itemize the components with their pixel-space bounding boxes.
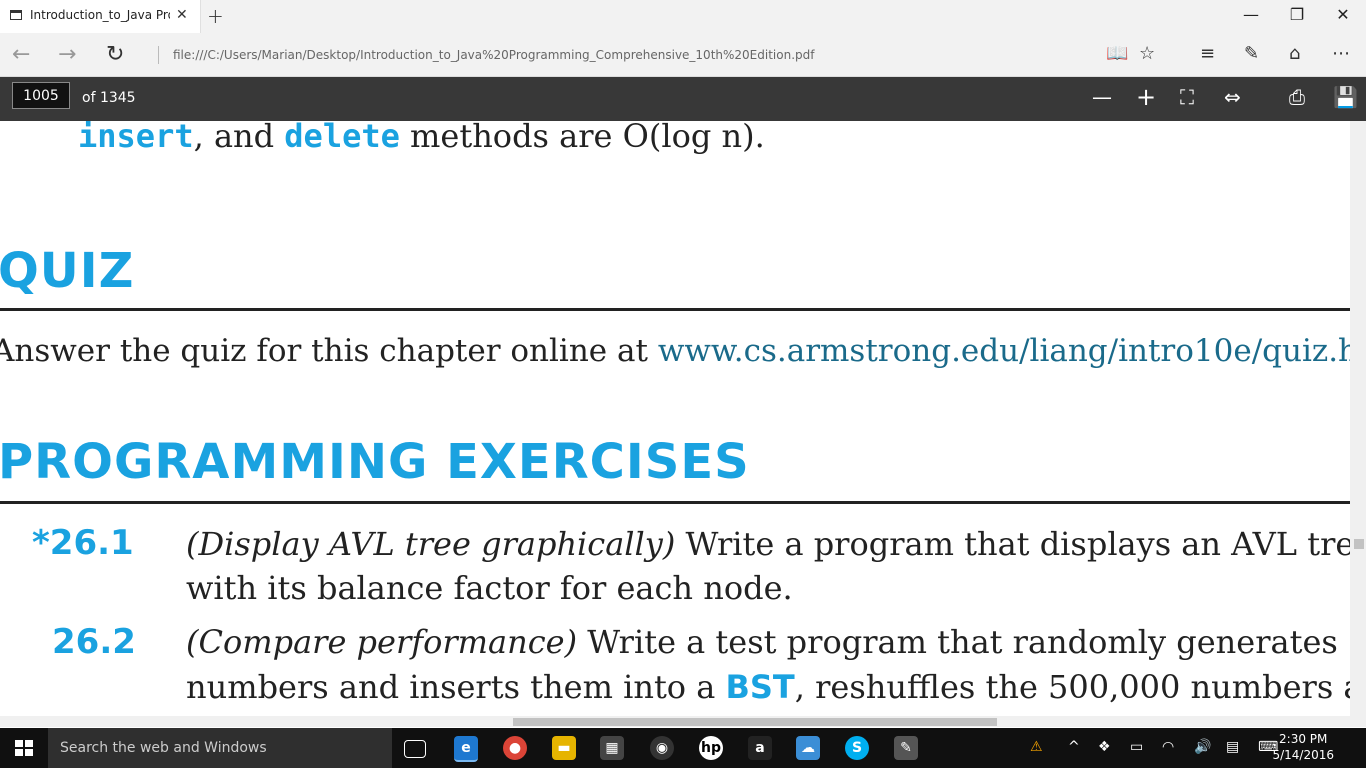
minimize-button[interactable]: — [1228,5,1274,24]
forward-icon[interactable]: → [58,42,76,67]
refresh-icon[interactable]: ↻ [106,42,124,67]
exercise-text: numbers and inserts them into a [186,668,726,706]
exercise-number: *26.1 [32,523,134,563]
title-bar: Introduction_to_Java Pro ✕ + — ❐ ✕ [0,0,1366,33]
prev-line-mid: , and [193,121,285,155]
exercise-title: (Display AVL tree graphically) [186,525,676,563]
reading-view-icon[interactable]: 📖 [1106,43,1128,64]
exercise-text: , reshuffles the 500,000 numbers and per… [794,668,1350,706]
amazon-icon[interactable]: a [748,736,772,760]
page-total: of 1345 [82,90,136,106]
exercise-number: 26.2 [52,622,136,662]
quiz-heading: QUIZ [0,243,135,299]
clock-date: 5/14/2016 [1272,748,1334,762]
exercise-text: Write a test program that randomly gener… [587,623,1350,661]
file-explorer-icon[interactable]: ▬ [552,736,576,760]
task-view-icon[interactable] [404,740,426,758]
volume-icon[interactable]: 🔊 [1194,739,1211,755]
skype-icon[interactable]: S [845,736,869,760]
code-insert: insert [78,121,194,155]
system-clock[interactable]: 2:30 PM 5/14/2016 [1272,731,1334,763]
share-icon[interactable]: ⌂ [1289,43,1300,64]
battery-icon[interactable]: ▭ [1130,739,1143,755]
code-delete: delete [284,121,400,155]
taskbar-search-placeholder: Search the web and Windows [60,740,267,756]
browser-tab[interactable]: Introduction_to_Java Pro ✕ [0,0,201,33]
quiz-text: Answer the quiz for this chapter online … [0,333,658,369]
clock-time: 2:30 PM [1279,732,1328,746]
zoom-in-icon[interactable]: + [1136,83,1156,111]
paint-icon[interactable]: ✎ [894,736,918,760]
dropbox-icon[interactable]: ❖ [1098,739,1111,755]
favorite-star-icon[interactable]: ☆ [1139,43,1155,64]
save-icon[interactable]: 💾 [1333,85,1358,109]
print-icon[interactable]: ⎙ [1289,85,1305,109]
quiz-paragraph: Answer the quiz for this chapter online … [0,333,1350,369]
webcam-app-icon[interactable]: ◉ [650,736,674,760]
url-field[interactable]: file:///C:/Users/Marian/Desktop/Introduc… [158,46,814,64]
code-bst: BST [725,668,795,706]
fit-page-icon[interactable]: ⛶ [1180,85,1194,109]
store-icon[interactable]: ▦ [600,736,624,760]
back-icon[interactable]: ← [12,42,30,67]
chrome-icon[interactable]: ● [503,736,527,760]
more-icon[interactable]: ⋯ [1332,43,1350,64]
exercise-title: (Compare performance) [186,623,578,661]
tab-close-button[interactable]: ✕ [176,7,188,23]
pdf-page: insert, and delete methods are O(log n).… [0,121,1350,716]
hub-icon[interactable]: ≡ [1200,43,1215,64]
exercise-line: with its balance factor for each node. [186,569,793,607]
edge-browser-icon[interactable]: e [454,736,478,762]
zoom-out-icon[interactable]: — [1092,85,1112,109]
notification-alert-icon[interactable]: ⚠ [1030,739,1043,755]
quiz-link[interactable]: www.cs.armstrong.edu/liang/intro10e/quiz… [658,333,1350,369]
taskbar-search-box[interactable]: Search the web and Windows [48,728,392,768]
fit-width-icon[interactable]: ⇔ [1224,85,1241,109]
pdf-toolbar: 1005 of 1345 — + ⛶ ⇔ ⎙ 💾 [0,77,1366,121]
tab-page-icon [10,10,22,20]
exercise-line: (Display AVL tree graphically) Write a p… [186,525,1350,563]
web-note-icon[interactable]: ✎ [1244,43,1259,64]
hp-icon[interactable]: hp [699,736,723,760]
exercises-divider [0,501,1350,504]
vertical-scrollbar[interactable] [1350,121,1366,716]
address-bar-row: ← → ↻ file:///C:/Users/Marian/Desktop/In… [0,33,1366,77]
programming-exercises-heading: PROGRAMMING EXERCISES [0,434,750,490]
horizontal-scroll-thumb[interactable] [513,718,997,726]
show-hidden-icons[interactable]: ^ [1068,739,1080,755]
windows-start-icon[interactable] [15,740,33,756]
prev-line-end: methods are O(log n). [399,121,765,155]
action-center-icon[interactable]: ▤ [1226,739,1239,755]
new-tab-button[interactable]: + [207,4,224,28]
exercise-text: Write a program that displays an AVL tre… [685,525,1350,563]
quiz-divider [0,308,1350,311]
exercise-line: (Compare performance) Write a test progr… [186,623,1350,661]
taskbar: Search the web and Windows e ● ▬ ▦ ◉ hp … [0,728,1366,768]
horizontal-scrollbar[interactable] [0,716,1366,727]
close-window-button[interactable]: ✕ [1320,5,1366,24]
page-number-input[interactable]: 1005 [12,82,70,109]
exercise-line: numbers and inserts them into a BST, res… [186,668,1350,706]
tab-title: Introduction_to_Java Pro [30,8,170,22]
vertical-scroll-thumb[interactable] [1354,539,1364,549]
weather-app-icon[interactable]: ☁ [796,736,820,760]
wifi-icon[interactable]: ◠ [1162,739,1174,755]
previous-line-text: insert, and delete methods are O(log n). [78,121,765,155]
restore-button[interactable]: ❐ [1274,5,1320,24]
